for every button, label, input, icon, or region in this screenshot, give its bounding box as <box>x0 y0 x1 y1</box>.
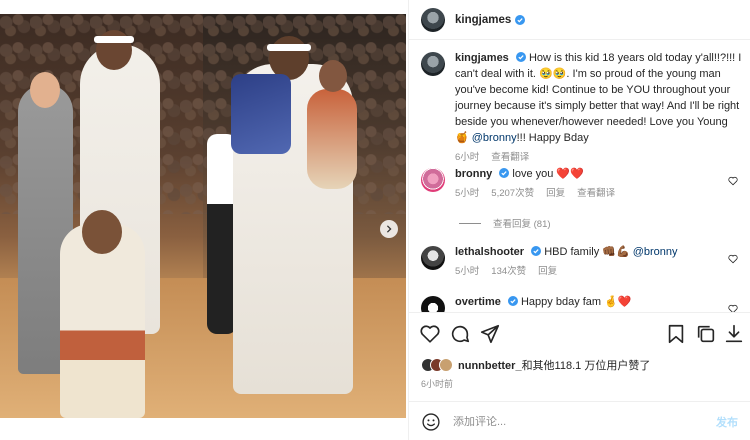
post-header: kingjames <box>409 0 750 40</box>
commenter-username[interactable]: lethalshooter <box>455 246 524 258</box>
comment-translate-link[interactable]: 查看翻译 <box>577 186 615 202</box>
caption-translate-link[interactable]: 查看翻译 <box>491 150 529 166</box>
post-media[interactable] <box>0 0 406 440</box>
verified-icon <box>531 246 542 256</box>
chevron-right-icon <box>386 225 392 233</box>
comment-heart-icon[interactable] <box>728 176 738 186</box>
author-avatar[interactable] <box>421 52 445 76</box>
post-timestamp: 6小时前 <box>421 379 454 389</box>
author-avatar[interactable] <box>421 7 445 32</box>
comment-time: 5小时 <box>455 266 480 277</box>
smiley-icon[interactable] <box>421 412 441 432</box>
heart-icon[interactable] <box>419 323 441 345</box>
comment-text: Happy bday fam 🤞❤️ <box>520 296 632 308</box>
liker-username[interactable]: nunnbetter_ <box>458 360 522 372</box>
author-username[interactable]: kingjames <box>455 14 511 26</box>
copy-icon[interactable] <box>695 323 717 345</box>
commenter-avatar[interactable] <box>421 296 445 312</box>
comment-text: HBD family 👊🏾💪🏾 <box>544 246 633 258</box>
commenter-username[interactable]: overtime <box>455 296 501 308</box>
comment-icon[interactable] <box>449 323 471 345</box>
comment-item: bronny love you ❤️❤️ 5小时 5,207次赞 回复 查看翻译 <box>421 166 742 202</box>
verified-icon <box>515 52 526 62</box>
comment-heart-icon[interactable] <box>728 254 738 264</box>
bookmark-icon[interactable] <box>665 323 687 345</box>
likes-count-text: 和其他118.1 万位用户赞了 <box>521 360 651 372</box>
comment-likes[interactable]: 5,207次赞 <box>491 186 534 202</box>
verified-icon <box>499 168 510 178</box>
view-replies-button[interactable]: 查看回复 (81) <box>459 216 551 230</box>
commenter-username[interactable]: bronny <box>455 168 492 180</box>
comment-likes[interactable]: 134次赞 <box>491 264 526 280</box>
caption-tail: !!! Happy Bday <box>516 132 589 144</box>
caption-time: 6小时 <box>455 152 480 163</box>
comment-reply-link[interactable]: 回复 <box>546 186 565 202</box>
post-actions: nunnbetter_和其他118.1 万位用户赞了 6小时前 发布 <box>409 312 750 440</box>
comment-heart-icon[interactable] <box>728 304 738 312</box>
view-replies-label: 查看回复 (81) <box>493 219 551 230</box>
comment-item: overtime Happy bday fam 🤞❤️ <box>421 294 742 312</box>
comments-list[interactable]: kingjames How is this kid 18 years old t… <box>409 40 750 312</box>
comment-time: 5小时 <box>455 188 480 199</box>
comment-item: lethalshooter HBD family 👊🏾💪🏾 @bronny 5小… <box>421 244 742 280</box>
comment-text: love you ❤️❤️ <box>512 168 584 180</box>
post-side-panel: kingjames kingjames How is this kid 18 y… <box>408 0 750 440</box>
post-photo-right <box>203 14 406 418</box>
caption-text: How is this kid 18 years old today y'all… <box>455 52 742 144</box>
liker-avatar <box>439 358 453 372</box>
comment-composer: 发布 <box>409 401 750 440</box>
post-comment-button[interactable]: 发布 <box>716 414 738 430</box>
caption: kingjames How is this kid 18 years old t… <box>421 50 742 166</box>
verified-icon <box>507 296 518 306</box>
caption-username[interactable]: kingjames <box>455 52 509 64</box>
comment-mention[interactable]: @bronny <box>633 246 678 258</box>
commenter-avatar[interactable] <box>421 168 445 192</box>
next-photo-button[interactable] <box>380 220 398 238</box>
comment-input[interactable] <box>453 415 716 428</box>
commenter-avatar[interactable] <box>421 246 445 270</box>
comment-reply-link[interactable]: 回复 <box>538 264 557 280</box>
post-photo-left <box>0 14 203 418</box>
caption-mention[interactable]: @bronny <box>472 132 517 144</box>
share-icon[interactable] <box>479 323 501 345</box>
likes-summary[interactable]: nunnbetter_和其他118.1 万位用户赞了 <box>421 357 650 373</box>
download-icon[interactable] <box>723 323 745 345</box>
verified-icon <box>515 14 526 25</box>
